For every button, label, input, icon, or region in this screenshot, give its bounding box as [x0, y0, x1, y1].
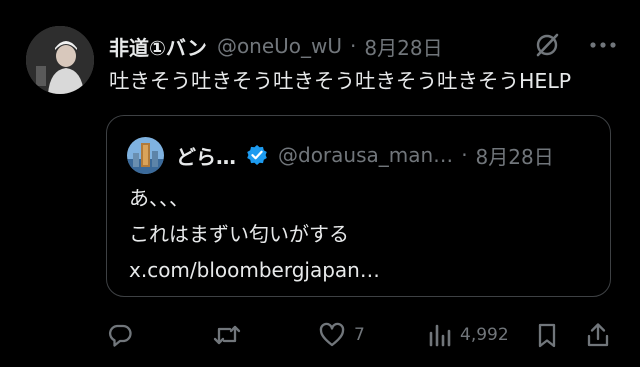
quoted-tweet-body: あ、、、 これはまずい匂いがする x.com/bloombergjapan…	[129, 180, 380, 288]
author-name[interactable]: 非道①バン	[109, 32, 207, 61]
author-handle[interactable]: @oneUo_wU	[217, 34, 342, 58]
more-icon[interactable]	[588, 30, 618, 60]
tweet-top-actions	[532, 30, 618, 60]
tweet-date[interactable]: 8月28日	[364, 32, 442, 61]
tweet-header: 非道①バン @oneUo_wU · 8月28日	[109, 29, 443, 63]
bookmark-button[interactable]	[534, 317, 560, 353]
quoted-link[interactable]: x.com/bloombergjapan…	[129, 252, 380, 288]
views-count: 4,992	[460, 325, 509, 345]
author-avatar[interactable]	[26, 26, 94, 94]
reply-icon	[108, 324, 132, 347]
retweet-icon	[213, 325, 241, 345]
share-button[interactable]	[584, 317, 612, 353]
grok-icon[interactable]	[532, 30, 562, 60]
share-icon	[587, 323, 609, 347]
tweet-text: 吐きそう吐きそう吐きそう吐きそう吐きそうHELP	[109, 69, 572, 93]
separator-dot: ·	[350, 34, 357, 58]
views-icon	[429, 324, 451, 347]
quoted-line: これはまずい匂いがする	[129, 222, 349, 246]
separator-dot: ·	[461, 143, 468, 167]
quoted-author-avatar[interactable]	[127, 136, 164, 174]
reply-button[interactable]	[106, 317, 142, 353]
quoted-tweet[interactable]: どら… @dorausa_man… · 8月28日 あ、、、 これはまずい匂いが…	[106, 115, 611, 297]
like-button[interactable]: 7	[318, 317, 365, 353]
quoted-author-name[interactable]: どら…	[176, 141, 236, 170]
quoted-tweet-header: どら… @dorausa_man… · 8月28日	[127, 136, 554, 174]
quoted-line: あ、、、	[129, 186, 189, 210]
bookmark-icon	[538, 323, 556, 348]
heart-icon	[319, 322, 345, 347]
avatar-image	[26, 26, 94, 94]
tweet-action-bar: 7 4,992	[106, 317, 621, 353]
verified-badge-icon	[246, 144, 268, 166]
quoted-tweet-date[interactable]: 8月28日	[476, 141, 554, 170]
quoted-author-handle[interactable]: @dorausa_man…	[278, 143, 453, 167]
views-button[interactable]: 4,992	[426, 317, 509, 353]
retweet-button[interactable]	[212, 317, 250, 353]
like-count: 7	[354, 325, 365, 345]
